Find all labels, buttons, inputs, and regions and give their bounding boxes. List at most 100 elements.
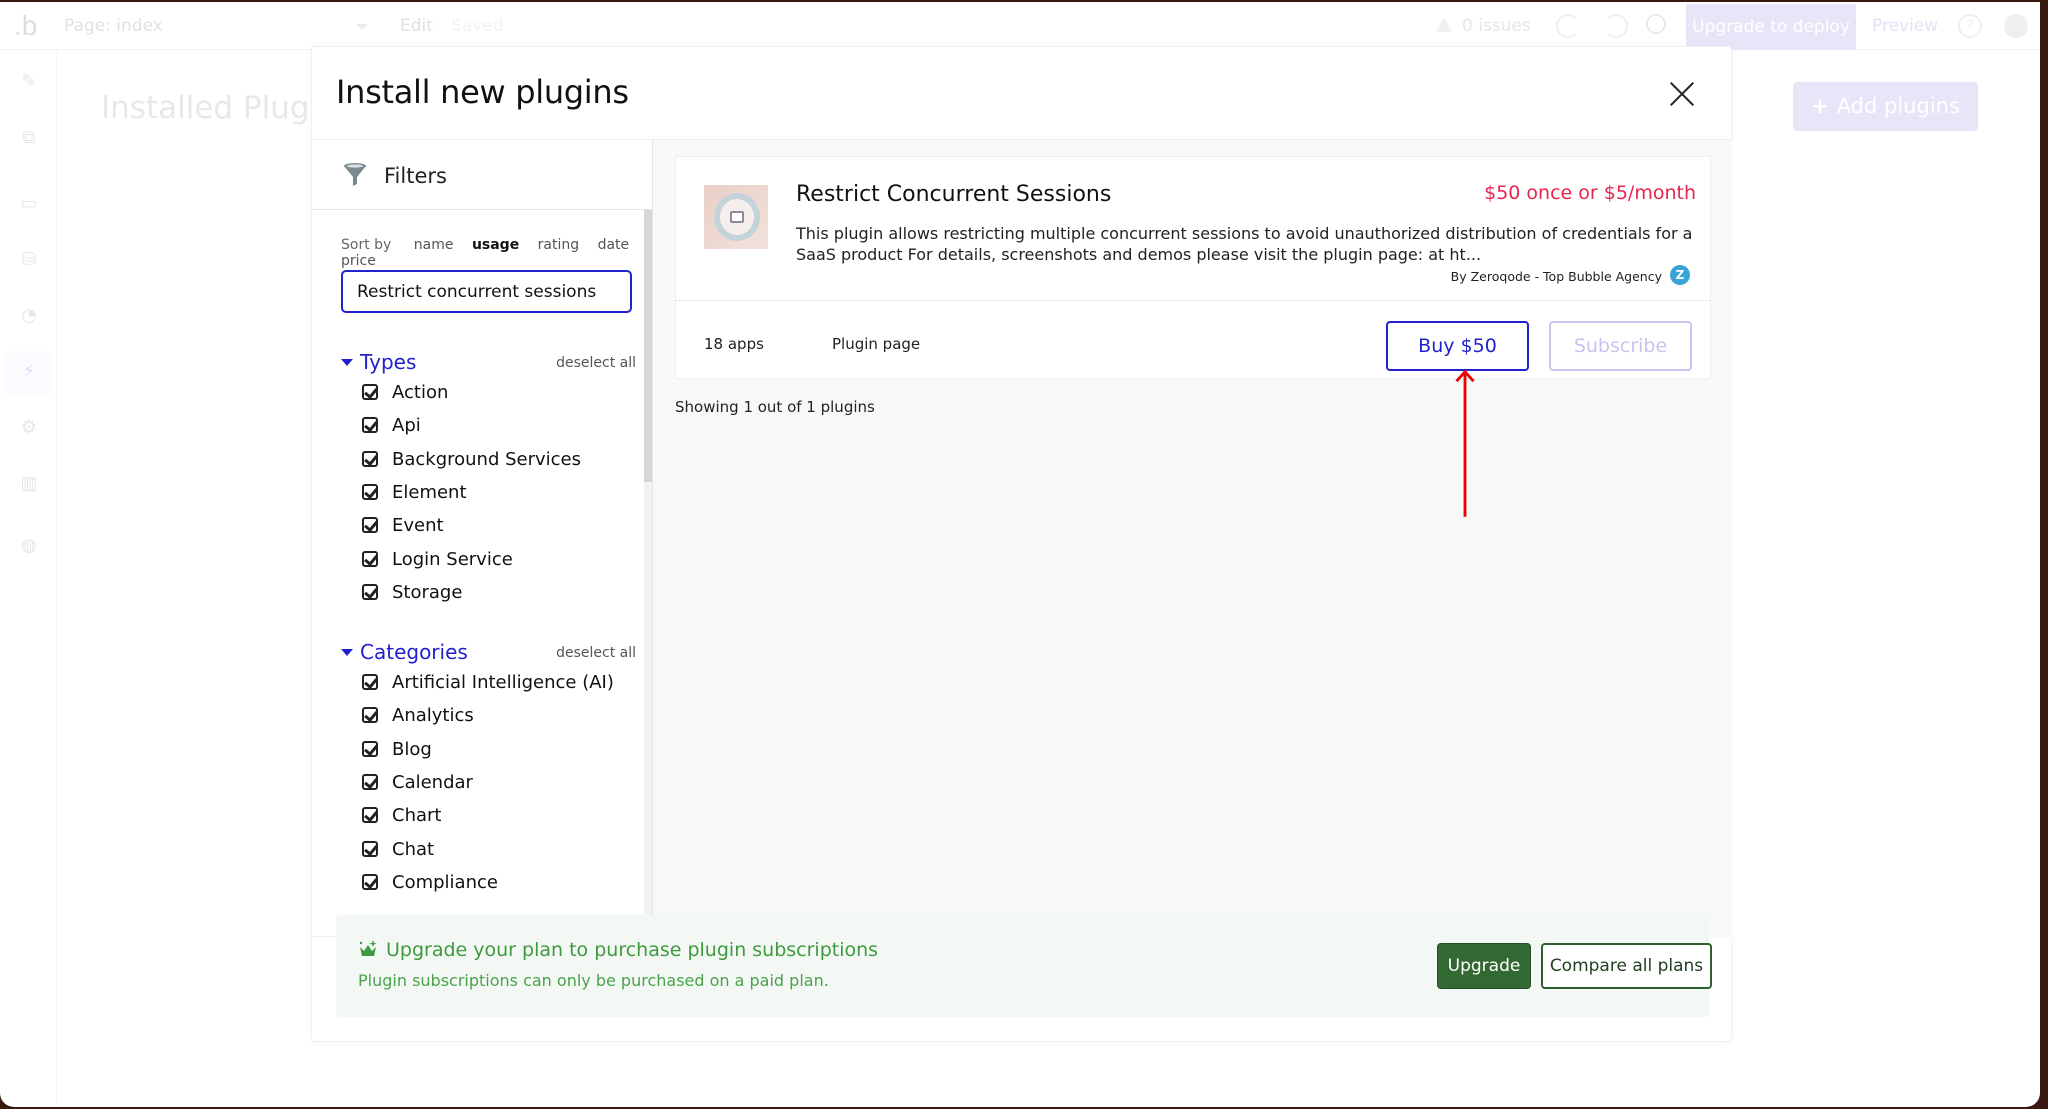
category-checkbox-item[interactable]: Analytics [362, 705, 474, 731]
checkbox-checked-icon[interactable] [362, 774, 378, 790]
checkbox-label: Blog [392, 739, 432, 760]
checkbox-label: Storage [392, 582, 463, 603]
close-icon[interactable] [1669, 81, 1695, 107]
avatar[interactable] [2004, 14, 2028, 38]
layout-icon[interactable]: ▭ [18, 193, 40, 215]
type-checkbox-item[interactable]: Storage [362, 582, 462, 608]
checkbox-label: Event [392, 515, 444, 536]
types-group-header[interactable]: Types deselect all [341, 350, 636, 376]
redo-icon[interactable] [1604, 14, 1628, 38]
type-checkbox-item[interactable]: Event [362, 515, 444, 541]
type-checkbox-item[interactable]: Api [362, 415, 421, 441]
category-checkbox-item[interactable]: Blog [362, 739, 432, 765]
upgrade-banner: Upgrade your plan to purchase plugin sub… [336, 915, 1712, 1017]
author-badge-icon: Z [1670, 265, 1690, 285]
upgrade-button[interactable]: Upgrade [1437, 943, 1531, 989]
caret-down-icon[interactable] [341, 359, 353, 366]
checkbox-checked-icon[interactable] [362, 707, 378, 723]
subscribe-button[interactable]: Subscribe [1549, 321, 1692, 371]
chevron-down-icon[interactable] [356, 24, 368, 30]
filters-panel: Filters Sort by name usage rating date p… [312, 140, 653, 938]
category-checkbox-item[interactable]: Calendar [362, 772, 473, 798]
category-checkbox-item[interactable]: Artificial Intelligence (AI) [362, 672, 614, 698]
category-checkbox-item[interactable]: Compliance [362, 872, 498, 898]
checkbox-label: Calendar [392, 772, 473, 793]
checkbox-checked-icon[interactable] [362, 584, 378, 600]
card-divider [676, 300, 1710, 301]
sort-rating[interactable]: rating [538, 237, 579, 253]
top-bar: .b Page: index Edit Saved 0 issues Upgra… [0, 2, 2040, 50]
plugin-search-input[interactable] [341, 270, 632, 313]
plugin-description: This plugin allows restricting multiple … [796, 224, 1693, 264]
category-checkbox-item[interactable]: Chat [362, 839, 434, 865]
checkbox-checked-icon[interactable] [362, 451, 378, 467]
filters-label: Filters [384, 164, 447, 188]
warning-icon [1436, 18, 1452, 32]
checkbox-checked-icon[interactable] [362, 384, 378, 400]
categories-label[interactable]: Categories [360, 640, 468, 664]
checkbox-checked-icon[interactable] [362, 551, 378, 567]
types-deselect-all[interactable]: deselect all [556, 355, 636, 371]
undo-icon[interactable] [1556, 14, 1580, 38]
caret-down-icon[interactable] [341, 649, 353, 656]
checkbox-label: Chat [392, 839, 435, 860]
plugin-title[interactable]: Restrict Concurrent Sessions [796, 182, 1111, 207]
plugin-results: Restrict Concurrent Sessions $50 once or… [653, 140, 1732, 938]
funnel-icon [344, 163, 366, 186]
plugin-price: $50 once or $5/month [1484, 182, 1696, 204]
checkbox-label: Api [392, 415, 421, 436]
plugin-page-link[interactable]: Plugin page [832, 335, 920, 353]
upgrade-to-deploy-button[interactable]: Upgrade to deploy [1686, 4, 1856, 50]
page-selector[interactable]: Page: index [64, 16, 163, 36]
compare-plans-button[interactable]: Compare all plans [1541, 943, 1712, 989]
sort-usage[interactable]: usage [472, 237, 519, 253]
checkbox-checked-icon[interactable] [362, 517, 378, 533]
left-sidebar: ✎ ⧉ ▭ ⛁ ◔ ⚡ ⚙ ▥ ◍ [0, 51, 57, 1107]
checkbox-checked-icon[interactable] [362, 741, 378, 757]
app-window: .b Page: index Edit Saved 0 issues Upgra… [0, 2, 2040, 1107]
bubble-logo[interactable]: .b [14, 10, 37, 42]
sort-options: Sort by name usage rating date price [341, 237, 652, 269]
categories-group-header[interactable]: Categories deselect all [341, 640, 636, 666]
workflow-icon[interactable]: ⧉ [18, 127, 40, 149]
categories-deselect-all[interactable]: deselect all [556, 645, 636, 661]
category-checkbox-item[interactable]: Chart [362, 805, 441, 831]
sort-price[interactable]: price [341, 253, 376, 269]
pencil-icon[interactable]: ✎ [18, 71, 40, 93]
modal-title: Install new plugins [336, 73, 629, 111]
checkbox-checked-icon[interactable] [362, 417, 378, 433]
user-badge-icon[interactable]: ◍ [18, 535, 40, 557]
checkbox-label: Action [392, 382, 449, 403]
gear-icon[interactable]: ⚙ [18, 417, 40, 439]
checkbox-checked-icon[interactable] [362, 674, 378, 690]
install-plugins-modal: Install new plugins Filters Sort by name… [311, 46, 1732, 1042]
type-checkbox-item[interactable]: Background Services [362, 449, 581, 475]
help-icon[interactable]: ? [1958, 14, 1982, 38]
database-icon[interactable]: ⛁ [18, 249, 40, 271]
sort-name[interactable]: name [414, 237, 454, 253]
palette-icon[interactable]: ◔ [18, 305, 40, 327]
search-icon[interactable] [1646, 14, 1666, 34]
checkbox-checked-icon[interactable] [362, 841, 378, 857]
checkbox-label: Login Service [392, 549, 513, 570]
bar-chart-icon[interactable]: ▥ [18, 473, 40, 495]
sort-date[interactable]: date [598, 237, 630, 253]
buy-button[interactable]: Buy $50 [1386, 321, 1529, 371]
add-plugins-label: Add plugins [1836, 94, 1960, 118]
issues-indicator[interactable]: 0 issues [1436, 16, 1531, 36]
preview-button[interactable]: Preview [1872, 16, 1938, 36]
types-label[interactable]: Types [360, 350, 416, 374]
banner-subtitle: Plugin subscriptions can only be purchas… [358, 971, 829, 990]
results-count: Showing 1 out of 1 plugins [675, 398, 875, 416]
edit-mode-label[interactable]: Edit [400, 16, 433, 36]
type-checkbox-item[interactable]: Login Service [362, 549, 513, 575]
type-checkbox-item[interactable]: Element [362, 482, 467, 508]
add-plugins-button[interactable]: + Add plugins [1793, 82, 1978, 131]
checkbox-checked-icon[interactable] [362, 484, 378, 500]
checkbox-checked-icon[interactable] [362, 807, 378, 823]
plug-icon[interactable]: ⚡ [18, 361, 40, 383]
plugin-card: Restrict Concurrent Sessions $50 once or… [675, 156, 1711, 379]
checkbox-checked-icon[interactable] [362, 874, 378, 890]
checkbox-label: Artificial Intelligence (AI) [392, 672, 614, 693]
type-checkbox-item[interactable]: Action [362, 382, 448, 408]
